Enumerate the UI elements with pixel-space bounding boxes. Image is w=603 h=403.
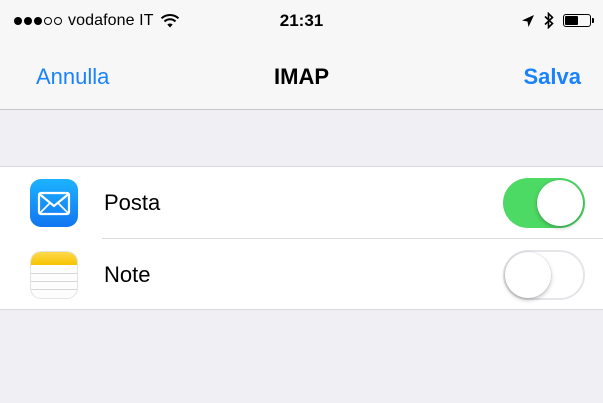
battery-icon (563, 14, 594, 27)
status-time: 21:31 (279, 11, 324, 30)
posta-toggle[interactable] (503, 177, 585, 228)
settings-list: Posta Note (0, 166, 603, 310)
note-toggle[interactable] (503, 249, 585, 300)
notes-icon (30, 250, 78, 299)
mail-icon (30, 178, 78, 227)
status-right (521, 12, 594, 29)
status-bar: vodafone IT 21:31 (0, 0, 603, 44)
list-item-label: Posta (104, 189, 161, 215)
save-button[interactable]: Salva (524, 64, 582, 90)
list-item-note: Note (0, 239, 603, 310)
toggle-knob (505, 251, 551, 298)
navigation-bar: Annulla IMAP Salva (0, 44, 603, 110)
list-item-posta: Posta (0, 167, 603, 238)
bluetooth-icon (544, 12, 554, 29)
location-arrow-icon (522, 14, 534, 27)
toggle-knob (537, 179, 583, 226)
battery-level (565, 16, 578, 25)
cancel-button[interactable]: Annulla (36, 64, 109, 90)
list-item-label: Note (104, 261, 151, 287)
